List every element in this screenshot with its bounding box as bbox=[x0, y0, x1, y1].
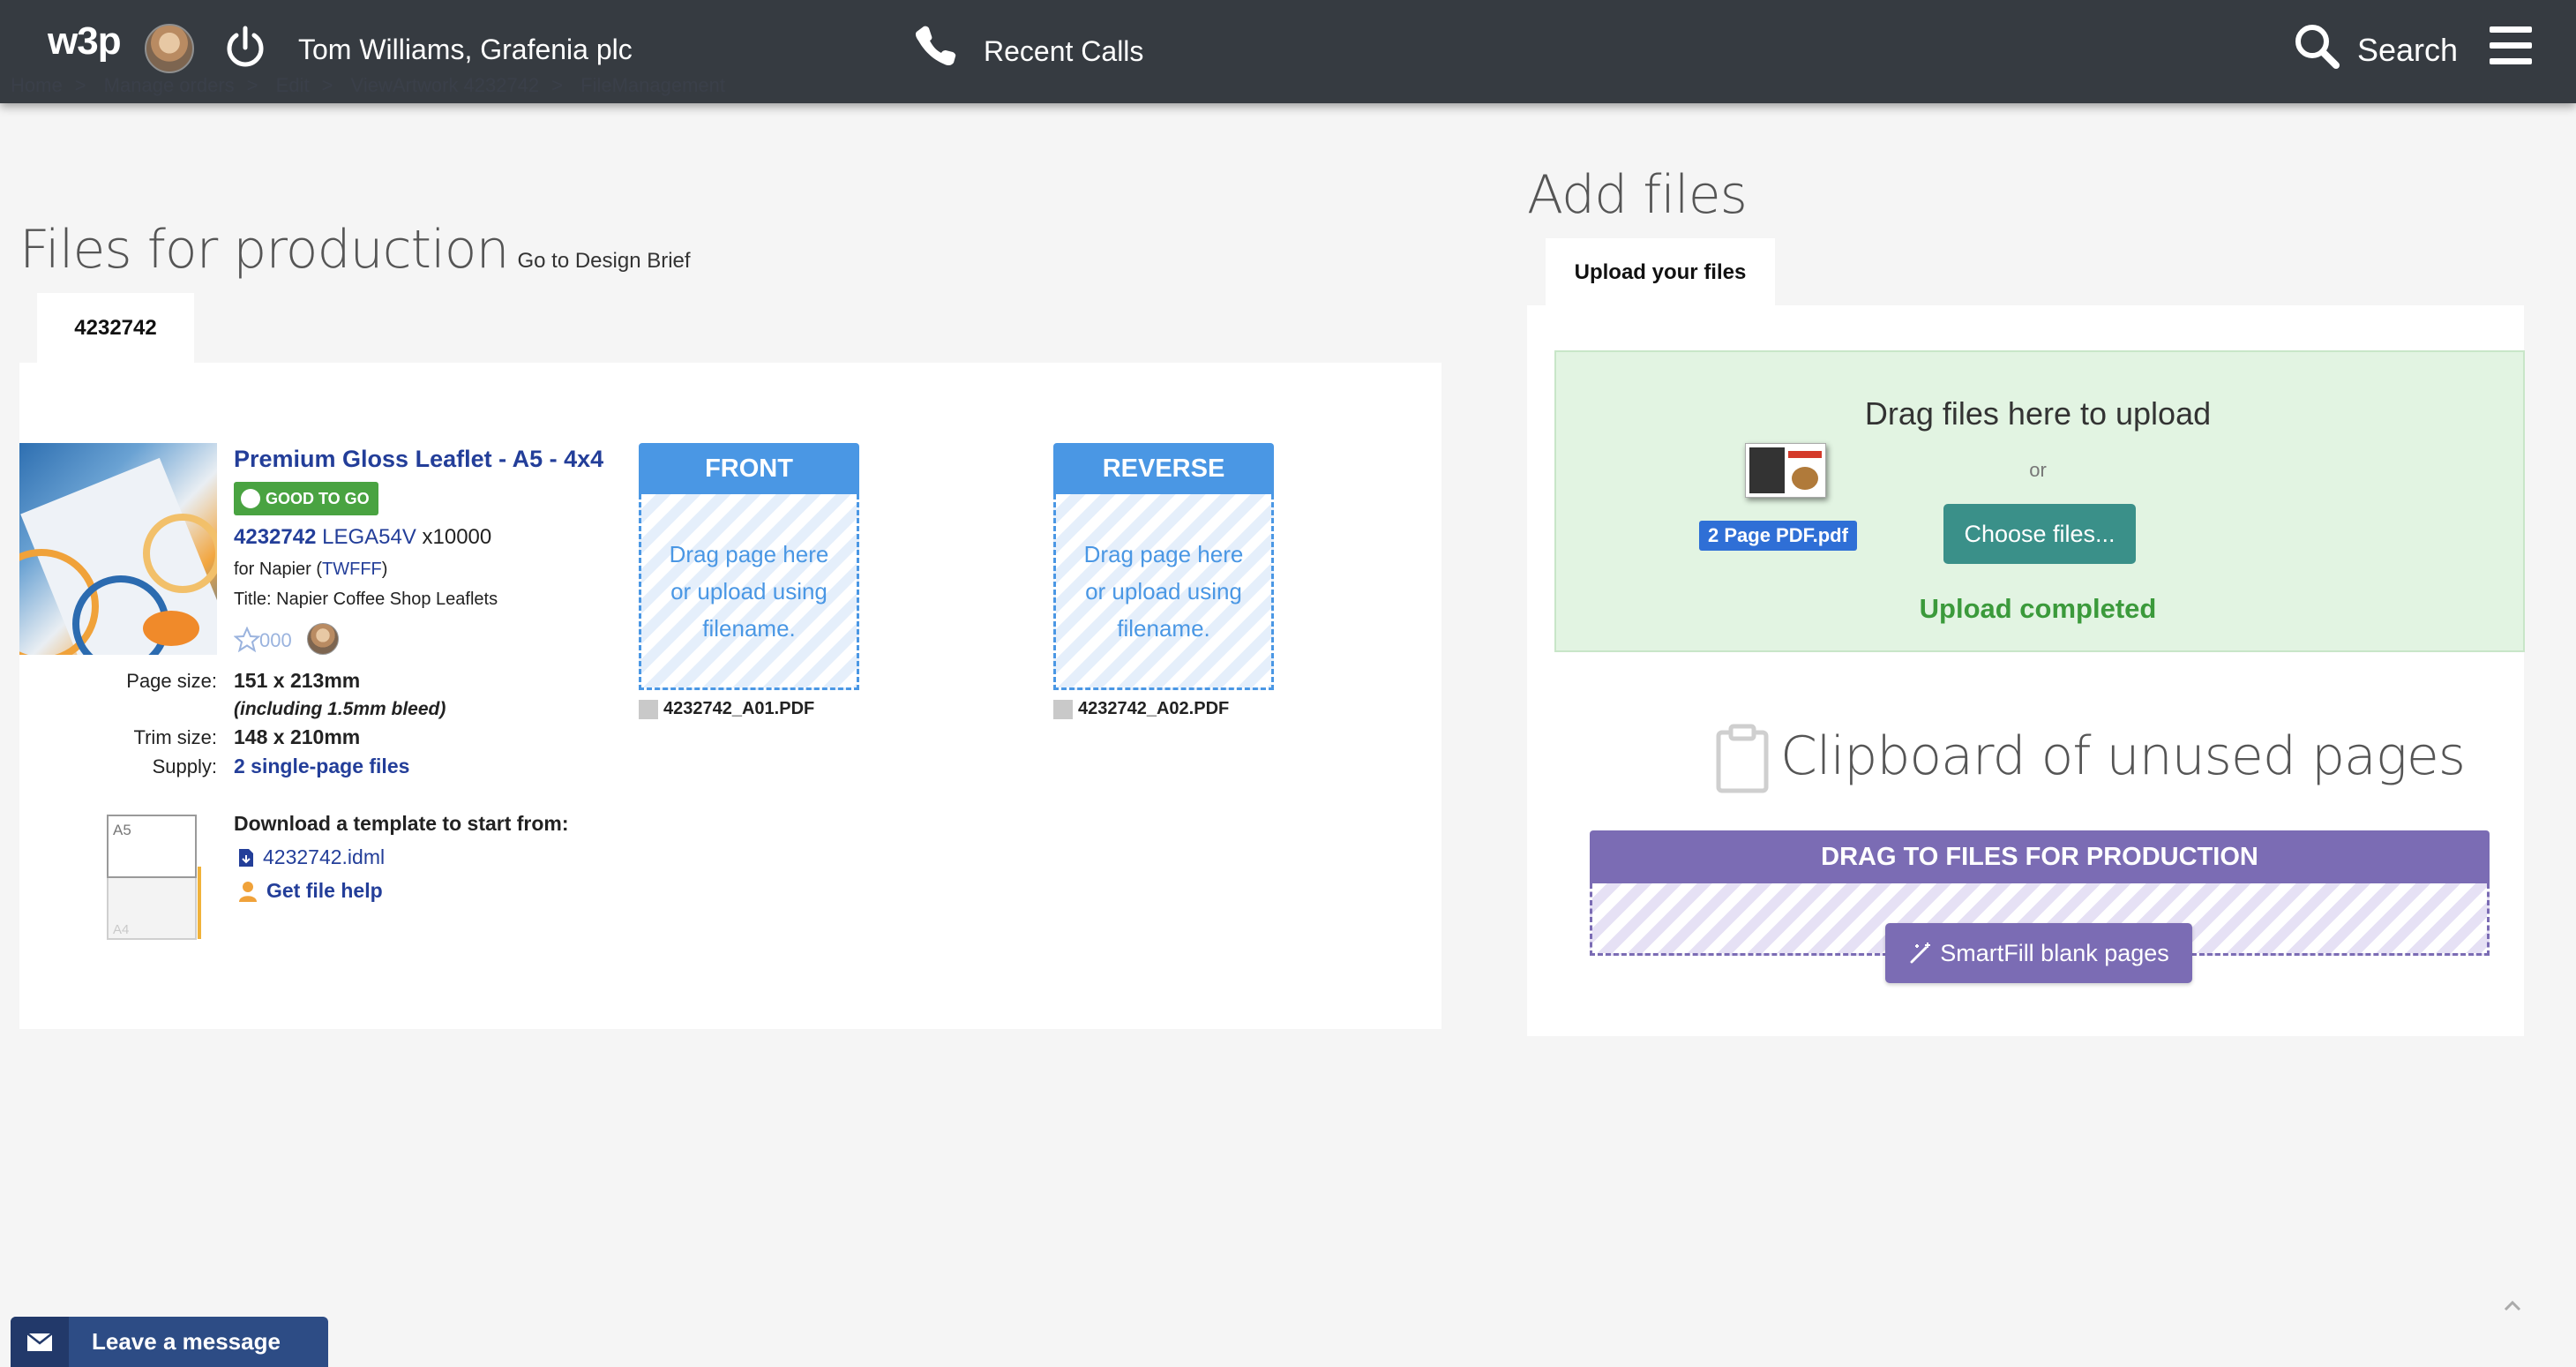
reverse-file-link[interactable]: 4232742_A02.PDF bbox=[1053, 699, 1229, 719]
breadcrumb-item[interactable]: Manage orders bbox=[104, 74, 235, 96]
front-filename: 4232742_A01.PDF bbox=[663, 699, 815, 718]
tab-upload-your-files[interactable]: Upload your files bbox=[1546, 238, 1775, 307]
hamburger-menu-icon[interactable] bbox=[2490, 26, 2532, 65]
job-code: LEGA54V bbox=[322, 525, 416, 549]
file-download-icon bbox=[239, 848, 253, 867]
bleed-note: (including 1.5mm bleed) bbox=[234, 699, 446, 719]
upload-status: Upload completed bbox=[1919, 593, 2157, 624]
breadcrumb-item[interactable]: ViewArtwork 4232742 bbox=[351, 74, 540, 96]
product-title-link[interactable]: Premium Gloss Leaflet - A5 - 4x4 bbox=[234, 446, 603, 473]
chevron-up-icon[interactable] bbox=[2495, 1288, 2530, 1324]
badge-label: GOOD TO GO bbox=[266, 489, 370, 507]
smartfill-label: SmartFill blank pages bbox=[1940, 939, 2169, 966]
uploaded-file-thumbnail[interactable] bbox=[1745, 443, 1826, 498]
envelope-icon bbox=[11, 1317, 69, 1367]
reverse-slot-header: REVERSE bbox=[1053, 443, 1274, 494]
idml-template-link[interactable]: 4232742.idml bbox=[238, 845, 385, 869]
job-summary: 4232742 LEGA54V x10000 bbox=[234, 525, 491, 550]
trim-size-label: Trim size: bbox=[133, 726, 217, 748]
supply-link[interactable]: 2 single-page files bbox=[234, 755, 409, 778]
for-suffix: ) bbox=[381, 560, 388, 579]
clipboard-header: DRAG TO FILES FOR PRODUCTION bbox=[1590, 830, 2490, 883]
front-slot-header: FRONT bbox=[639, 443, 859, 494]
customer-line: for Napier (TWFFF) bbox=[234, 560, 387, 580]
power-icon[interactable] bbox=[221, 23, 270, 72]
smartfill-button[interactable]: SmartFill blank pages bbox=[1885, 923, 2192, 983]
leave-message-button[interactable]: Leave a message bbox=[11, 1317, 328, 1367]
star-icon[interactable] bbox=[234, 627, 260, 653]
design-brief-link[interactable]: Go to Design Brief bbox=[517, 249, 690, 273]
front-drop-slot[interactable]: FRONT Drag page here or upload using fil… bbox=[639, 443, 859, 690]
choose-files-button[interactable]: Choose files... bbox=[1943, 504, 2136, 564]
recent-calls-link[interactable]: Recent Calls bbox=[984, 35, 1143, 68]
reverse-slot-dropzone[interactable]: Drag page here or upload using filename. bbox=[1053, 494, 1274, 690]
template-size-top: A5 bbox=[113, 822, 131, 838]
user-avatar[interactable] bbox=[145, 24, 194, 73]
owner-avatar[interactable] bbox=[307, 623, 339, 655]
breadcrumb-item[interactable]: Edit bbox=[276, 74, 310, 96]
breadcrumb-item: FileManagement bbox=[580, 74, 726, 96]
user-name[interactable]: Tom Williams, Grafenia plc bbox=[298, 34, 633, 66]
status-dot-icon bbox=[241, 489, 260, 508]
search-link[interactable]: Search bbox=[2357, 32, 2458, 69]
trim-size-value: 148 x 210mm bbox=[234, 725, 361, 748]
leave-message-label: Leave a message bbox=[92, 1328, 281, 1355]
idml-filename: 4232742.idml bbox=[263, 845, 386, 868]
front-slot-dropzone[interactable]: Drag page here or upload using filename. bbox=[639, 494, 859, 690]
or-separator: or bbox=[2029, 459, 2047, 481]
breadcrumb: Home > Manage orders > Edit > ViewArtwork 4… bbox=[11, 74, 726, 96]
page-size-value: 151 x 213mm bbox=[234, 669, 361, 692]
page-size-label: Page size: bbox=[126, 670, 217, 692]
search-icon[interactable] bbox=[2292, 21, 2341, 71]
a5-template-icon: A5 A4 bbox=[107, 815, 201, 940]
file-help-link[interactable]: Get file help bbox=[238, 879, 383, 903]
file-help-label: Get file help bbox=[266, 879, 383, 902]
upload-arrow-icon bbox=[1053, 699, 1073, 719]
job-title: Title: Napier Coffee Shop Leaflets bbox=[234, 590, 498, 609]
reverse-drop-slot[interactable]: REVERSE Drag page here or upload using f… bbox=[1053, 443, 1274, 690]
tab-job[interactable]: 4232742 bbox=[37, 293, 194, 364]
reverse-filename: 4232742_A02.PDF bbox=[1078, 699, 1230, 718]
clipboard-title: Clipboard of unused pages bbox=[1780, 725, 2466, 787]
magic-wand-icon bbox=[1910, 943, 1931, 964]
supply-label: Supply: bbox=[152, 755, 217, 777]
customer-code-link[interactable]: TWFFF bbox=[322, 560, 382, 579]
clipboard-icon bbox=[1716, 724, 1769, 793]
w3p-logo[interactable]: w3p bbox=[48, 19, 122, 64]
template-size-bottom: A4 bbox=[113, 922, 129, 937]
job-quantity: x10000 bbox=[422, 525, 492, 549]
for-prefix: for Napier ( bbox=[234, 560, 323, 579]
uploaded-file-name: 2 Page PDF.pdf bbox=[1699, 521, 1857, 551]
rating-count: 000 bbox=[259, 629, 292, 651]
files-for-production-title: Files for production Go to Design Brief bbox=[19, 219, 691, 281]
breadcrumb-item[interactable]: Home bbox=[11, 74, 63, 96]
support-person-icon bbox=[239, 881, 257, 902]
product-thumbnail bbox=[19, 443, 217, 655]
drag-files-heading: Drag files here to upload bbox=[1864, 395, 2212, 432]
front-file-link[interactable]: 4232742_A01.PDF bbox=[639, 699, 814, 719]
add-files-title: Add files bbox=[1527, 164, 1748, 226]
files-title-text: Files for production bbox=[19, 219, 509, 281]
template-download-label: Download a template to start from: bbox=[234, 812, 569, 835]
upload-arrow-icon bbox=[639, 699, 658, 719]
job-number-link[interactable]: 4232742 bbox=[234, 525, 316, 549]
good-to-go-badge: GOOD TO GO bbox=[234, 482, 378, 515]
phone-icon[interactable] bbox=[913, 23, 957, 67]
